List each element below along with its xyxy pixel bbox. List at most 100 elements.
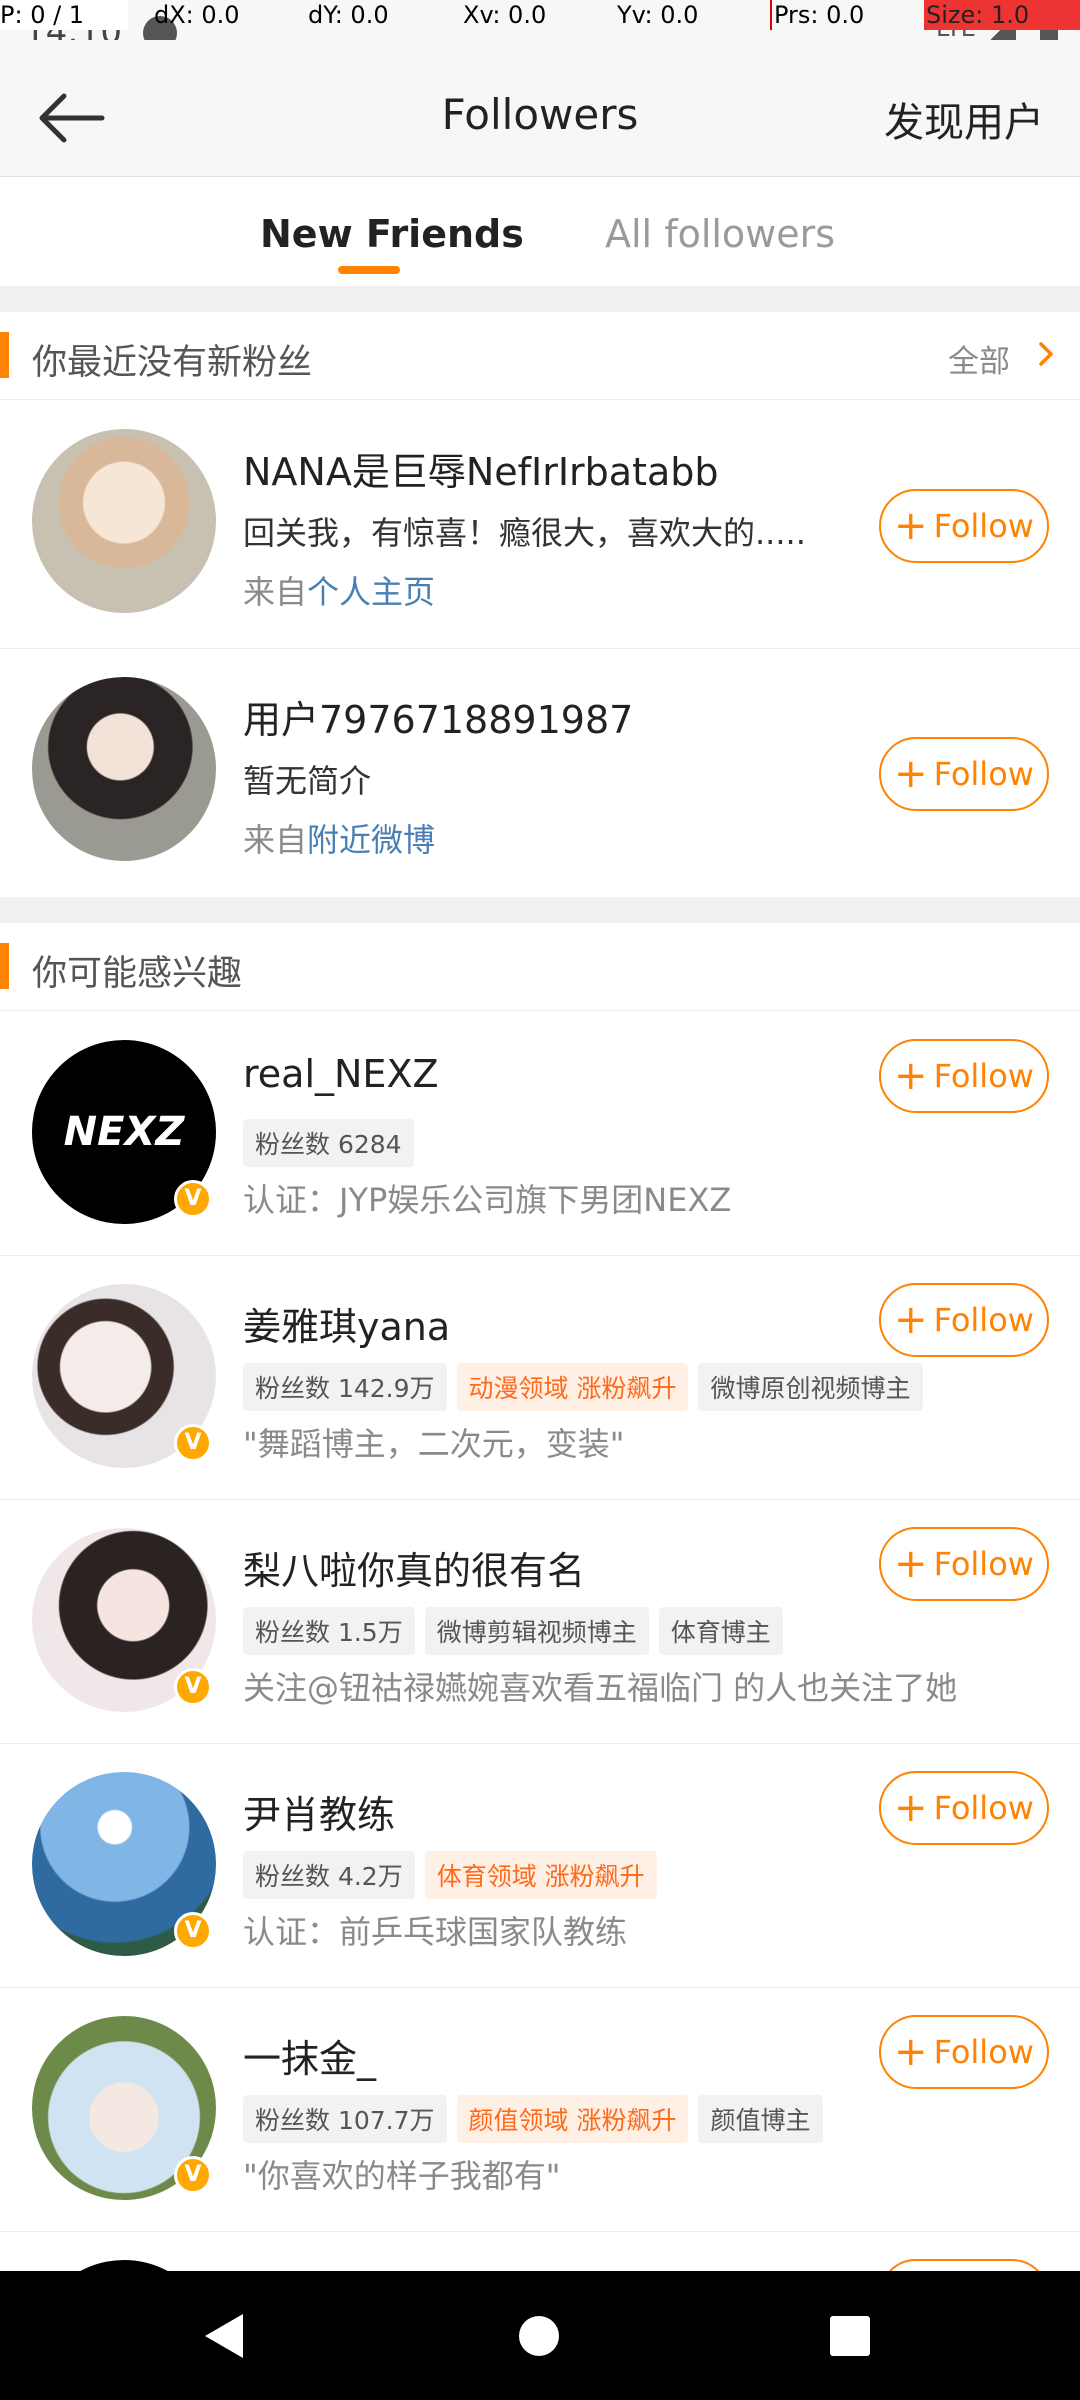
follow-button[interactable]: + Follow [879, 1283, 1049, 1357]
trending-tag: 体育领域 涨粉飙升 [424, 1851, 657, 1899]
user-name[interactable]: 一抹金_ [243, 2028, 376, 2083]
tab-new-friends[interactable]: New Friends [260, 212, 524, 256]
follow-label: Follow [933, 1545, 1034, 1583]
tab-bar: New Friends All followers [0, 178, 1080, 286]
avatar[interactable] [32, 677, 216, 861]
follow-label: Follow [933, 2033, 1034, 2071]
plus-icon: + [894, 503, 928, 549]
follow-label: Follow [933, 1057, 1034, 1095]
list-item-partial[interactable] [0, 2232, 1080, 2271]
follow-source: 来自附近微博 [243, 815, 435, 861]
plus-icon: + [894, 1297, 928, 1343]
category-tag: 颜值博主 [698, 2095, 823, 2143]
section-title: 你最近没有新粉丝 [32, 343, 313, 383]
source-prefix: 来自 [243, 573, 308, 611]
follow-button[interactable]: + Follow [879, 737, 1049, 811]
follow-button[interactable]: + Follow [879, 1771, 1049, 1845]
follow-button[interactable]: + Follow [879, 1527, 1049, 1601]
list-item[interactable]: 用户7976718891987 暂无简介 来自附近微博 + Follow [0, 649, 1080, 897]
section-divider [0, 897, 1080, 923]
user-tags: 粉丝数 107.7万 颜值领域 涨粉飙升 颜值博主 [243, 2095, 823, 2143]
plus-icon: + [894, 1053, 928, 1099]
user-subtitle: 关注@钮祜禄嬿婉喜欢看五福临门 的人也关注了她 [243, 1669, 958, 1707]
system-navigation-bar [0, 2271, 1080, 2400]
debug-prs: Prs: 0.0 [770, 0, 864, 30]
pointer-debug-overlay: P: 0 / 1 dX: 0.0 dY: 0.0 Xv: 0.0 Yv: 0.0… [0, 0, 1080, 30]
follow-button[interactable]: + Follow [879, 489, 1049, 563]
fans-count-tag: 粉丝数 1.5万 [243, 1607, 415, 1655]
section-accent-bar [0, 332, 9, 378]
debug-yv: Yv: 0.0 [617, 1, 699, 29]
nav-home-icon[interactable] [519, 2316, 559, 2356]
follow-label: Follow [933, 507, 1034, 545]
trending-tag: 动漫领域 涨粉飙升 [456, 1363, 689, 1411]
section-header-suggestions: 你可能感兴趣 [0, 923, 1080, 1011]
source-link[interactable]: 个人主页 [307, 573, 435, 611]
debug-dx: dX: 0.0 [154, 1, 240, 29]
category-tag: 微博原创视频博主 [698, 1363, 923, 1411]
fans-count-tag: 粉丝数 4.2万 [243, 1851, 415, 1899]
section-divider [0, 286, 1080, 312]
follow-label: Follow [933, 1789, 1034, 1827]
trending-tag: 颜值领域 涨粉飙升 [456, 2095, 689, 2143]
debug-pointer: P: 0 / 1 [0, 0, 128, 30]
user-tags: 粉丝数 1.5万 微博剪辑视频博主 体育博主 [243, 1607, 783, 1655]
verified-badge-icon: V [174, 1912, 212, 1950]
user-name[interactable]: 梨八啦你真的很有名 [243, 1540, 585, 1595]
section-header-new-followers: 你最近没有新粉丝 全部 [0, 312, 1080, 400]
active-tab-indicator [338, 266, 400, 274]
user-tags: 粉丝数 4.2万 体育领域 涨粉飙升 [243, 1851, 657, 1899]
nav-back-icon[interactable] [205, 2314, 243, 2358]
verified-badge-icon: V [174, 1424, 212, 1462]
tab-all-followers[interactable]: All followers [605, 212, 835, 256]
verified-badge-icon: V [174, 2156, 212, 2194]
user-name[interactable]: 姜雅琪yana [243, 1296, 450, 1351]
source-link[interactable]: 附近微博 [307, 821, 435, 859]
list-item[interactable]: V 姜雅琪yana 粉丝数 142.9万 动漫领域 涨粉飙升 微博原创视频博主 … [0, 1256, 1080, 1500]
follow-button[interactable] [879, 2259, 1049, 2271]
user-name[interactable]: 尹肖教练 [243, 1784, 395, 1839]
discover-users-button[interactable]: 发现用户 [884, 90, 1044, 148]
follow-button[interactable]: + Follow [879, 2015, 1049, 2089]
user-subtitle: "舞蹈博主，二次元，变装" [243, 1425, 625, 1463]
verified-badge-icon: V [174, 1180, 212, 1218]
category-tag: 体育博主 [658, 1607, 783, 1655]
section-accent-bar [0, 943, 9, 989]
follow-label: Follow [933, 1301, 1034, 1339]
category-tag: 微博剪辑视频博主 [424, 1607, 649, 1655]
follow-label: Follow [933, 755, 1034, 793]
plus-icon: + [894, 1541, 928, 1587]
user-tags: 粉丝数 142.9万 动漫领域 涨粉飙升 微博原创视频博主 [243, 1363, 923, 1411]
follow-button[interactable]: + Follow [879, 1039, 1049, 1113]
view-all-link[interactable]: 全部 [948, 336, 1010, 381]
section-title: 你可能感兴趣 [32, 954, 243, 994]
fans-count-tag: 粉丝数 107.7万 [243, 2095, 447, 2143]
debug-size: Size: 1.0 [924, 0, 1080, 30]
plus-icon: + [894, 2029, 928, 2075]
list-item[interactable]: V 梨八啦你真的很有名 粉丝数 1.5万 微博剪辑视频博主 体育博主 关注@钮祜… [0, 1500, 1080, 1744]
list-item[interactable]: V 尹肖教练 粉丝数 4.2万 体育领域 涨粉飙升 认证：前乒乓球国家队教练 +… [0, 1744, 1080, 1988]
user-name[interactable]: 用户7976718891987 [243, 689, 633, 744]
nav-recents-icon[interactable] [830, 2316, 870, 2356]
avatar[interactable] [32, 2260, 216, 2271]
user-bio: 暂无简介 [243, 762, 372, 800]
user-subtitle: 认证：JYP娱乐公司旗下男团NEXZ [243, 1181, 732, 1219]
user-subtitle: "你喜欢的样子我都有" [243, 2157, 561, 2195]
verified-badge-icon: V [174, 1668, 212, 1706]
user-name[interactable]: NANA是巨辱NefIrIrbatabb [243, 441, 719, 496]
avatar-logo-text: NEXZ [63, 1109, 185, 1155]
app-header: Followers 发现用户 [0, 40, 1080, 177]
plus-icon: + [894, 1785, 928, 1831]
list-item[interactable]: V 一抹金_ 粉丝数 107.7万 颜值领域 涨粉飙升 颜值博主 "你喜欢的样子… [0, 1988, 1080, 2232]
fans-count-tag: 粉丝数 6284 [243, 1119, 414, 1167]
chevron-right-icon[interactable] [1034, 342, 1058, 366]
user-bio: 回关我，有惊喜！瘾很大，喜欢大的..... [243, 514, 806, 552]
user-name[interactable]: real_NEXZ [243, 1052, 439, 1096]
user-subtitle: 认证：前乒乓球国家队教练 [243, 1913, 628, 1951]
plus-icon: + [894, 751, 928, 797]
avatar[interactable] [32, 429, 216, 613]
source-prefix: 来自 [243, 821, 308, 859]
list-item[interactable]: NEXZ V real_NEXZ 粉丝数 6284 认证：JYP娱乐公司旗下男团… [0, 1012, 1080, 1256]
list-item[interactable]: NANA是巨辱NefIrIrbatabb 回关我，有惊喜！瘾很大，喜欢大的...… [0, 401, 1080, 649]
user-tags: 粉丝数 6284 [243, 1119, 414, 1167]
